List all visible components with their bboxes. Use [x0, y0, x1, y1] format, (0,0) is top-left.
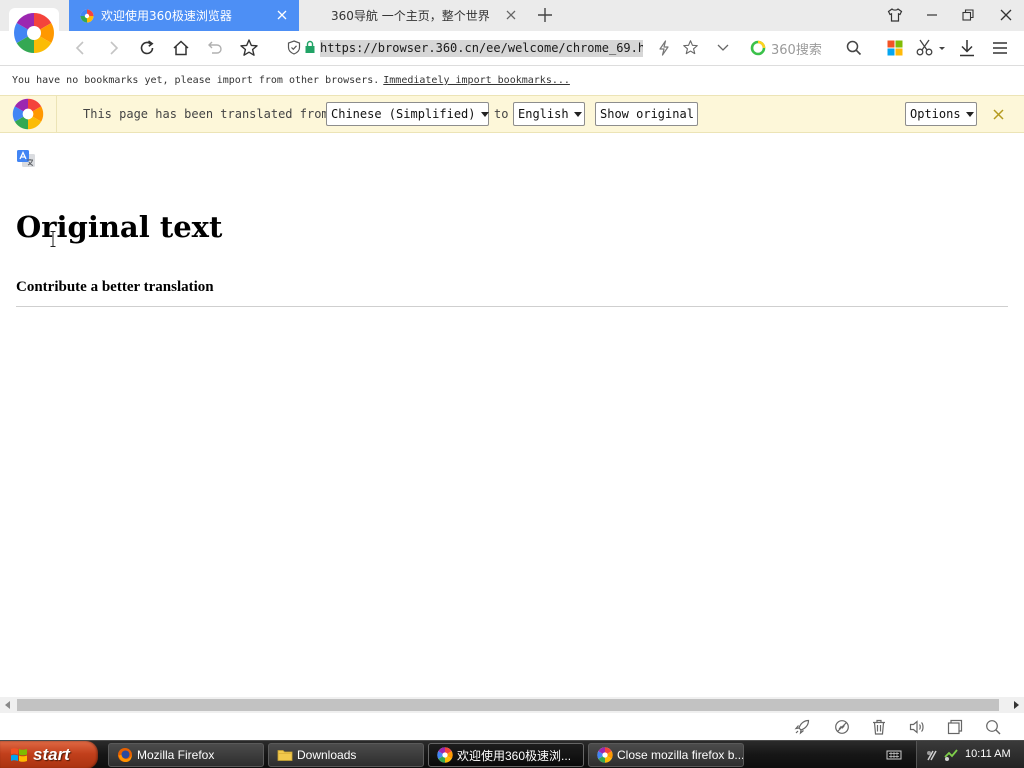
show-original-button[interactable]: Show original — [595, 102, 698, 126]
screenshot-scissors-icon[interactable] — [914, 36, 948, 60]
bookmark-star-button[interactable] — [237, 36, 261, 60]
start-button[interactable]: start — [0, 741, 98, 768]
taskbar-item-downloads[interactable]: Downloads — [268, 743, 424, 767]
search-placeholder: 360搜索 — [771, 42, 822, 58]
scrollbar-thumb[interactable] — [17, 699, 999, 711]
source-language-value: Chinese (Simplified) — [331, 107, 476, 121]
bookmarks-bar: You have no bookmarks yet, please import… — [0, 67, 1024, 94]
home-button[interactable] — [169, 36, 193, 60]
restore-button[interactable] — [956, 4, 980, 26]
target-language-value: English — [518, 107, 569, 121]
zoom-icon[interactable] — [984, 718, 1002, 736]
360-browser-icon — [437, 747, 453, 763]
translate-prefix-text: This page has been translated from — [83, 107, 329, 121]
folder-icon — [277, 747, 293, 763]
undo-close-tab-button[interactable] — [203, 36, 227, 60]
taskbar-item-label: Close mozilla firefox b... — [617, 748, 744, 762]
taskbar-item-label: Mozilla Firefox — [137, 748, 215, 762]
chevron-down-icon[interactable] — [717, 44, 729, 52]
translate-bar: This page has been translated from Chine… — [0, 95, 1024, 133]
close-icon[interactable] — [504, 8, 518, 22]
bookmarks-message: You have no bookmarks yet, please import… — [12, 75, 380, 86]
shield-icon[interactable] — [287, 40, 301, 55]
start-label: start — [33, 745, 70, 764]
divider — [16, 306, 1008, 307]
scroll-right-arrow-icon[interactable] — [1008, 697, 1024, 713]
close-window-button[interactable] — [994, 4, 1018, 26]
text-cursor-icon — [50, 231, 56, 247]
taskbar-item-360-browser[interactable]: 欢迎使用360极速浏... — [428, 743, 584, 767]
taskbar-item-label: Downloads — [297, 748, 357, 762]
contribute-translation-link[interactable]: Contribute a better translation — [16, 279, 214, 296]
tab-360-navigation[interactable]: 360导航 一个主页，整个世界 — [299, 0, 528, 31]
rocket-icon[interactable] — [793, 718, 811, 736]
tab-label: 360导航 一个主页，整个世界 — [331, 9, 490, 23]
tab-label: 欢迎使用360极速浏览器 — [101, 9, 232, 23]
apps-icon[interactable] — [883, 36, 907, 60]
taskbar-item-close-firefox[interactable]: Close mozilla firefox b... — [588, 743, 744, 767]
translate-to-text: to — [494, 107, 509, 121]
close-icon[interactable] — [990, 106, 1006, 122]
close-icon[interactable] — [275, 8, 289, 22]
sound-icon[interactable] — [908, 718, 926, 736]
tab-bar: 欢迎使用360极速浏览器 360导航 一个主页，整个世界 — [0, 0, 1024, 31]
360-browser-logo[interactable] — [9, 8, 59, 58]
options-button[interactable]: Options — [905, 102, 977, 126]
back-button[interactable] — [68, 36, 92, 60]
clear-trash-icon[interactable] — [870, 718, 888, 736]
skin-shirt-icon[interactable] — [883, 4, 907, 26]
window-icon[interactable] — [946, 718, 964, 736]
taskbar-item-firefox[interactable]: Mozilla Firefox — [108, 743, 264, 767]
minimize-button[interactable] — [920, 4, 944, 26]
download-icon[interactable] — [955, 36, 979, 60]
lightning-icon[interactable] — [657, 40, 671, 56]
360-browser-icon — [14, 13, 54, 53]
firefox-icon — [117, 747, 133, 763]
360-search-icon — [750, 40, 766, 56]
scroll-left-arrow-icon[interactable] — [0, 697, 16, 713]
tab-welcome[interactable]: 欢迎使用360极速浏览器 — [69, 0, 299, 31]
caret-down-icon — [573, 111, 582, 117]
360-browser-icon — [597, 747, 613, 763]
taskbar-item-label: 欢迎使用360极速浏... — [457, 748, 572, 763]
network-icon[interactable] — [925, 747, 941, 763]
source-language-select[interactable]: Chinese (Simplified) — [326, 102, 489, 126]
no-image-icon[interactable] — [833, 718, 851, 736]
show-original-label: Show original — [600, 107, 694, 121]
new-tab-button[interactable] — [536, 6, 554, 24]
windows-logo-icon — [11, 748, 27, 762]
360-browser-icon — [12, 98, 44, 130]
url-text[interactable]: https://browser.360.cn/ee/welcome/chrome… — [320, 40, 643, 57]
options-label: Options — [910, 107, 961, 121]
volume-icon[interactable] — [943, 747, 959, 763]
menu-icon[interactable] — [988, 36, 1012, 60]
status-bar — [0, 713, 1024, 740]
taskbar: start Mozilla Firefox Downloads 欢迎使用360极… — [0, 740, 1024, 768]
target-language-select[interactable]: English — [513, 102, 585, 126]
360-browser-icon — [80, 9, 94, 22]
caret-down-icon — [480, 111, 489, 117]
lock-icon — [305, 40, 315, 53]
caret-down-icon — [965, 111, 974, 117]
page-title: Original text — [16, 210, 223, 244]
clock: 10:11 AM — [965, 748, 1011, 760]
address-bar[interactable]: https://browser.360.cn/ee/welcome/chrome… — [281, 35, 733, 61]
reload-button[interactable] — [135, 36, 159, 60]
browser-toolbar: https://browser.360.cn/ee/welcome/chrome… — [0, 31, 1024, 66]
google-translate-icon — [17, 150, 35, 167]
system-tray: 10:11 AM — [916, 741, 1024, 768]
favorite-star-icon[interactable] — [682, 39, 699, 56]
translate-bar-logo — [0, 96, 57, 132]
forward-button[interactable] — [102, 36, 126, 60]
horizontal-scrollbar[interactable] — [0, 697, 1024, 713]
search-icon[interactable] — [842, 36, 866, 60]
import-bookmarks-link[interactable]: Immediately import bookmarks... — [383, 75, 570, 86]
keyboard-icon[interactable] — [886, 747, 902, 763]
